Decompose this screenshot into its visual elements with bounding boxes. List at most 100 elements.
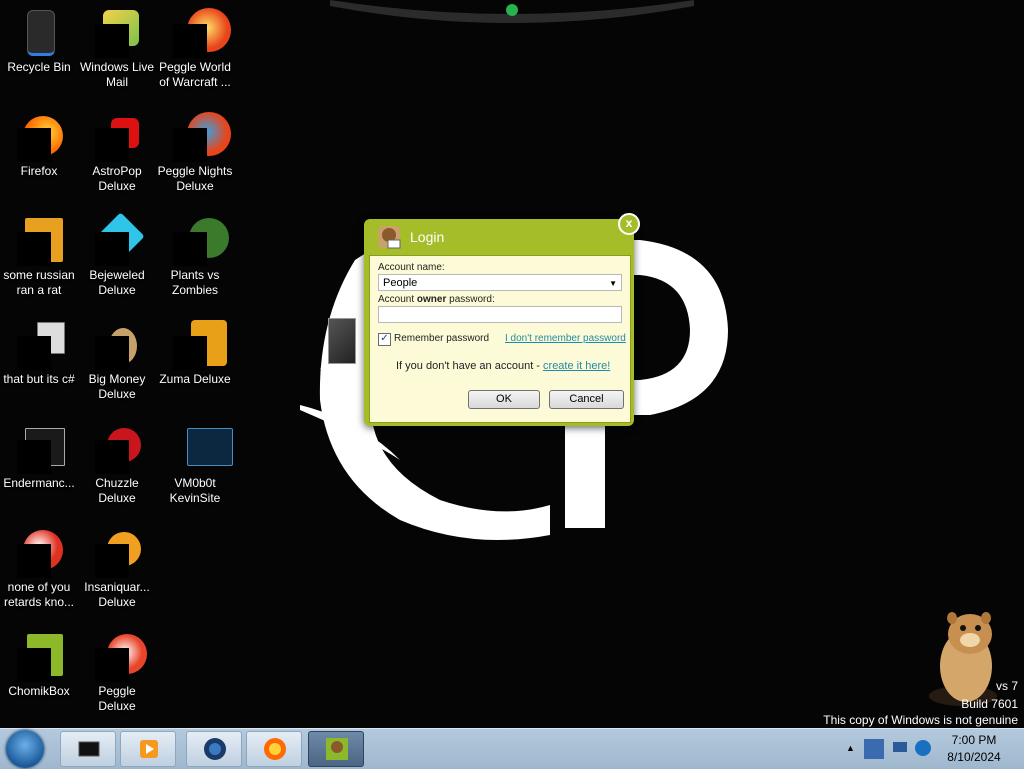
password-label-suffix: password:: [446, 294, 495, 305]
chomikbox-icon: [15, 632, 63, 682]
show-hidden-icons-arrow[interactable]: ▲: [846, 743, 855, 753]
no-account-prefix: If you don't have an account -: [396, 360, 544, 372]
taskbar-recycle-bin[interactable]: [60, 731, 116, 767]
desktop-icon-label: VM0b0t KevinSite: [169, 476, 221, 505]
check-mark-icon: ✓: [380, 333, 389, 344]
network-icon[interactable]: [892, 741, 908, 755]
desktop-icon-label: that but its c#: [3, 372, 75, 386]
hamster-mascot[interactable]: [918, 604, 1008, 708]
chuzzle-icon: [93, 424, 141, 474]
desktop-icon-none-of-you[interactable]: none of you retards kno...: [0, 528, 78, 610]
desktop-icon-label: shit peo asked m: [320, 364, 362, 389]
money-bag-icon: [93, 320, 141, 370]
taskbar: ▲ 7:00 PM 8/10/2024: [0, 728, 1024, 769]
desktop-icon-windows-live-mail[interactable]: Windows Live Mail: [78, 8, 156, 90]
password-label: Account owner password:: [378, 294, 495, 305]
account-name-dropdown[interactable]: People ▼: [378, 274, 622, 291]
desktop-icon-zuma[interactable]: Zuma Deluxe: [156, 320, 234, 387]
files-icon: [15, 320, 65, 370]
start-button[interactable]: [6, 730, 44, 768]
desktop-icon-label: none of you retards kno...: [3, 580, 75, 609]
desktop-icon-recycle-bin[interactable]: Recycle Bin: [0, 8, 78, 75]
gem-icon: [93, 212, 145, 266]
desktop-icon-label: Chuzzle Deluxe: [95, 476, 139, 505]
genuine-warning: This copy of Windows is not genuine: [823, 713, 1018, 727]
desktop-icon-label: Big Money Deluxe: [88, 372, 146, 401]
recycle-bin-icon: [15, 8, 63, 56]
login-panel: Account name: People ▼ Account owner pas…: [369, 255, 631, 423]
chomikbox-icon: [326, 738, 348, 760]
clock-date: 8/10/2024: [947, 750, 1001, 764]
desktop-icon-bejeweled[interactable]: Bejeweled Deluxe: [78, 212, 156, 298]
desktop-icon-label: Firefox: [20, 164, 58, 178]
password-label-prefix: Account: [378, 294, 417, 305]
mail-icon: [93, 8, 141, 58]
desktop-icon-label: Zuma Deluxe: [159, 372, 231, 386]
desktop-icon-astropop[interactable]: AstroPop Deluxe: [78, 112, 156, 194]
desktop-icon-firefox[interactable]: Firefox: [0, 112, 78, 179]
desktop-icon-file[interactable]: shit peo asked m: [320, 318, 370, 390]
desktop-icon-that-but-its-csharp[interactable]: that but its c#: [0, 320, 78, 387]
desktop-icon-big-money[interactable]: Big Money Deluxe: [78, 320, 156, 402]
account-name-label: Account name:: [378, 262, 445, 273]
account-name-value: People: [383, 277, 418, 289]
desktop-icon-vm0b0t[interactable]: VM0b0t KevinSite: [156, 424, 234, 506]
plant-icon: [171, 216, 229, 266]
file-icon: [328, 318, 356, 364]
cancel-button[interactable]: Cancel: [549, 390, 624, 409]
firefox-icon: [15, 112, 63, 162]
window-icon: [171, 424, 233, 472]
desktop-icon-label: some russian ran a rat: [3, 268, 75, 297]
password-input[interactable]: [378, 306, 622, 323]
desktop-icon-label: Recycle Bin: [7, 60, 71, 74]
window-icon: [15, 424, 65, 474]
chevron-down-icon: ▼: [609, 279, 617, 288]
firefox-icon: [264, 738, 286, 760]
desktop-icon-label: Peggle Nights Deluxe: [157, 164, 233, 193]
peggle-icon: [93, 632, 147, 682]
desktop-icon-label: ChomikBox: [8, 684, 70, 698]
desktop-icon-label: Windows Live Mail: [79, 60, 155, 89]
desktop-icon-plants-vs-zombies[interactable]: Plants vs Zombies: [156, 216, 234, 298]
desktop-icon-peggle-wow[interactable]: Peggle World of Warcraft ...: [156, 8, 234, 90]
taskbar-media-player[interactable]: [120, 731, 176, 767]
password-label-bold: owner: [416, 294, 447, 305]
forgot-password-link[interactable]: I don't remember password: [505, 333, 626, 344]
globe-icon: [204, 738, 226, 760]
desktop-icon-russian-rat[interactable]: some russian ran a rat: [0, 216, 78, 298]
desktop-icon-endermanc[interactable]: Endermanc...: [0, 424, 78, 491]
monitor-icon: [78, 741, 100, 757]
desktop-icon-peggle-nights[interactable]: Peggle Nights Deluxe: [156, 112, 234, 194]
desktop-icon-insaniquarium[interactable]: Insaniquar... Deluxe: [78, 528, 156, 610]
remember-password-label: Remember password: [394, 333, 490, 344]
remember-password-checkbox[interactable]: ✓: [378, 333, 391, 346]
astropop-icon: [93, 112, 141, 162]
zuma-icon: [171, 320, 227, 370]
peggle-icon: [15, 528, 63, 578]
peggle-icon: [171, 112, 231, 162]
clock[interactable]: 7:00 PM 8/10/2024: [930, 732, 1018, 766]
chomikbox-tray-icon[interactable]: [862, 737, 886, 761]
desktop-icon-peggle-deluxe[interactable]: Peggle Deluxe: [78, 632, 156, 714]
fish-icon: [93, 528, 141, 578]
hamster-logo-icon: [378, 226, 401, 249]
desktop-icon-label: Peggle Deluxe: [98, 684, 136, 713]
no-account-text: If you don't have an account - create it…: [396, 360, 610, 372]
file-icon: [15, 216, 63, 266]
build-text-line1: vs 7: [995, 679, 1018, 693]
desktop-icon-label: Bejeweled Deluxe: [89, 268, 145, 297]
peggle-icon: [171, 8, 231, 58]
desktop-icon-label: Insaniquar... Deluxe: [84, 580, 150, 609]
taskbar-browser[interactable]: [186, 731, 242, 767]
taskbar-firefox[interactable]: [246, 731, 302, 767]
desktop-icon-chomikbox[interactable]: ChomikBox: [0, 632, 78, 699]
taskbar-chomikbox[interactable]: [308, 731, 364, 767]
ok-button[interactable]: OK: [468, 390, 540, 409]
media-player-icon: [140, 740, 158, 758]
desktop-icon-label: Peggle World of Warcraft ...: [159, 60, 231, 89]
desktop-icon-label: Plants vs Zombies: [170, 268, 220, 297]
desktop-icon-chuzzle[interactable]: Chuzzle Deluxe: [78, 424, 156, 506]
create-account-link[interactable]: create it here!: [543, 360, 610, 372]
build-text-line2: Build 7601: [961, 697, 1018, 711]
close-button[interactable]: x: [618, 213, 640, 235]
